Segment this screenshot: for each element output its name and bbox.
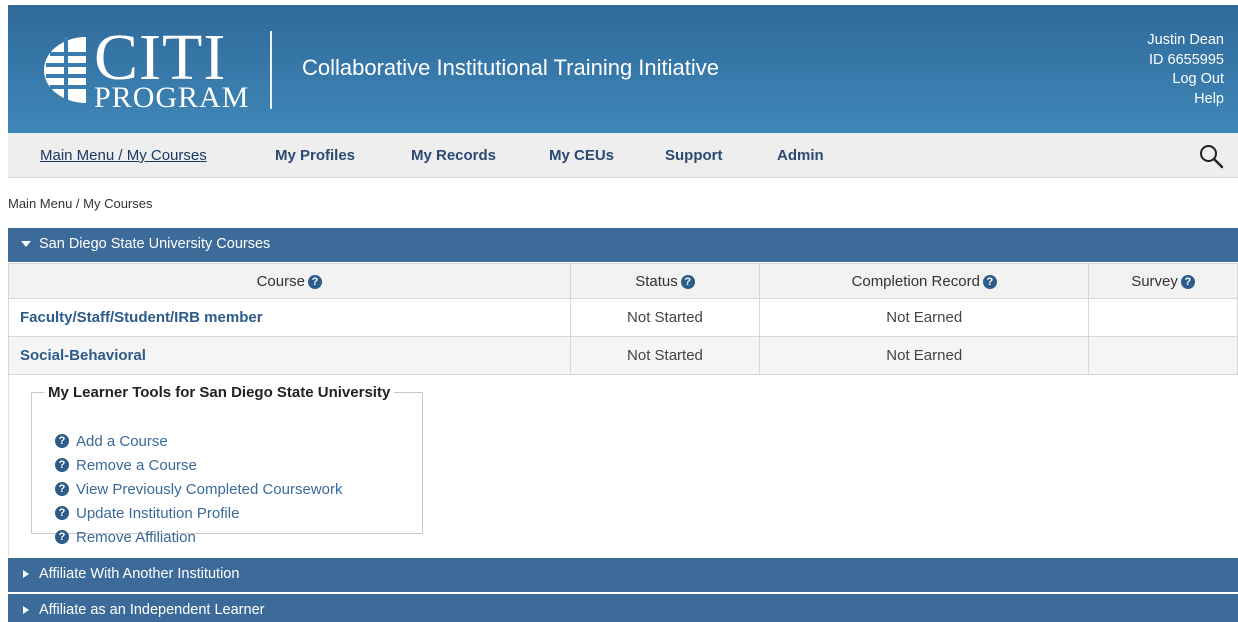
help-icon[interactable]: ?: [307, 274, 322, 289]
user-id: ID 6655995: [1149, 51, 1224, 68]
survey-cell: [1088, 336, 1238, 375]
nav-main-menu[interactable]: Main Menu / My Courses: [40, 147, 207, 164]
learner-tools-area: My Learner Tools for San Diego State Uni…: [8, 375, 1238, 557]
globe-logo-icon: [44, 37, 86, 103]
tool-view-completed-coursework[interactable]: ? View Previously Completed Coursework: [55, 478, 343, 502]
help-icon: ?: [55, 506, 69, 521]
courses-table: Course? Status? Completion Record? Surve…: [8, 263, 1238, 375]
section-title: Affiliate as an Independent Learner: [39, 602, 265, 618]
section-title: Affiliate With Another Institution: [39, 566, 240, 582]
learner-tools-title: My Learner Tools for San Diego State Uni…: [48, 384, 391, 401]
help-icon: ?: [55, 434, 69, 449]
help-icon[interactable]: ?: [982, 274, 997, 289]
site-header: CITI PROGRAM Collaborative Institutional…: [8, 5, 1238, 133]
column-header-survey: Survey?: [1088, 263, 1238, 299]
caret-down-icon: [21, 241, 31, 247]
learner-tools-box: My Learner Tools for San Diego State Uni…: [31, 384, 423, 546]
column-header-completion-record: Completion Record?: [759, 263, 1090, 299]
tool-remove-affiliation[interactable]: ? Remove Affiliation: [55, 526, 343, 550]
status-cell: Not Started: [569, 298, 761, 337]
survey-cell: [1088, 298, 1238, 337]
column-header-label: Status: [635, 272, 678, 290]
tool-label[interactable]: View Previously Completed Coursework: [76, 481, 343, 498]
help-icon[interactable]: ?: [680, 274, 695, 289]
citi-program-logo[interactable]: CITI PROGRAM: [40, 25, 248, 113]
breadcrumb: Main Menu / My Courses: [8, 196, 153, 211]
section-title: San Diego State University Courses: [39, 236, 271, 252]
course-link[interactable]: Social-Behavioral: [8, 336, 571, 375]
nav-my-records[interactable]: My Records: [411, 147, 496, 164]
nav-my-profiles[interactable]: My Profiles: [275, 147, 355, 164]
section-sdsu-courses[interactable]: San Diego State University Courses: [8, 228, 1238, 262]
help-icon: ?: [55, 458, 69, 473]
section-affiliate-another-institution[interactable]: Affiliate With Another Institution: [8, 558, 1238, 592]
column-header-status: Status?: [569, 263, 761, 299]
main-nav: Main Menu / My Courses My Profiles My Re…: [8, 133, 1238, 178]
logout-link[interactable]: Log Out: [1147, 70, 1224, 90]
help-link[interactable]: Help: [1147, 90, 1224, 110]
course-link[interactable]: Faculty/Staff/Student/IRB member: [8, 298, 571, 337]
site-tagline: Collaborative Institutional Training Ini…: [302, 55, 720, 80]
header-divider: [270, 31, 272, 109]
tool-label[interactable]: Remove a Course: [76, 457, 197, 474]
logo-program-text: PROGRAM: [94, 81, 250, 114]
column-header-label: Completion Record: [851, 272, 980, 290]
column-header-label: Survey: [1131, 272, 1178, 290]
completion-record-cell: Not Earned: [759, 298, 1090, 337]
learner-tools-list: ? Add a Course ? Remove a Course ? View Pre…: [55, 430, 343, 550]
tool-label[interactable]: Update Institution Profile: [76, 505, 239, 522]
user-name: Justin Dean: [1147, 32, 1224, 48]
caret-right-icon: [23, 570, 29, 578]
tool-add-course[interactable]: ? Add a Course: [55, 430, 343, 454]
nav-support[interactable]: Support: [665, 147, 723, 164]
help-icon: ?: [55, 530, 69, 545]
tool-remove-course[interactable]: ? Remove a Course: [55, 454, 343, 478]
help-icon[interactable]: ?: [1180, 274, 1195, 289]
table-row: Social-Behavioral Not Started Not Earned: [8, 336, 1238, 375]
search-icon[interactable]: [1198, 143, 1224, 169]
caret-right-icon: [23, 606, 29, 614]
nav-my-ceus[interactable]: My CEUs: [549, 147, 614, 164]
section-affiliate-independent-learner[interactable]: Affiliate as an Independent Learner: [8, 594, 1238, 622]
help-icon: ?: [55, 482, 69, 497]
tool-label[interactable]: Add a Course: [76, 433, 168, 450]
table-header-row: Course? Status? Completion Record? Surve…: [8, 263, 1238, 299]
column-header-course: Course?: [8, 263, 571, 299]
nav-admin[interactable]: Admin: [777, 147, 824, 164]
completion-record-cell: Not Earned: [759, 336, 1090, 375]
user-menu: Justin Dean ID 6655995 Log Out Help: [1147, 31, 1224, 109]
tool-update-institution-profile[interactable]: ? Update Institution Profile: [55, 502, 343, 526]
column-header-label: Course: [256, 272, 305, 290]
table-row: Faculty/Staff/Student/IRB member Not Sta…: [8, 298, 1238, 337]
tool-label[interactable]: Remove Affiliation: [76, 529, 196, 546]
status-cell: Not Started: [569, 336, 761, 375]
